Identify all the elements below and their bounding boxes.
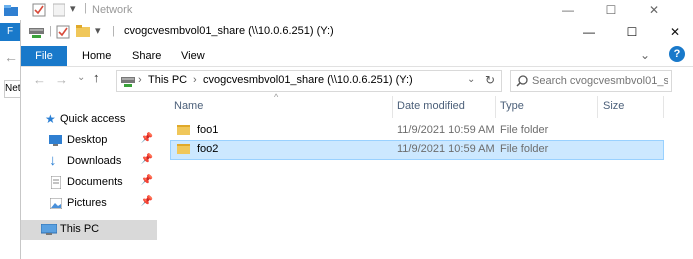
bg-back-icon[interactable]: ← (4, 49, 18, 65)
folder-icon (177, 125, 190, 135)
nav-this-pc[interactable]: This PC (21, 220, 157, 240)
properties-icon[interactable] (32, 3, 46, 17)
file-name: foo2 (197, 143, 219, 155)
pin-icon[interactable]: 📌 (141, 133, 153, 144)
star-icon: ★ (45, 112, 56, 126)
up-arrow-icon[interactable]: ↑ (93, 70, 100, 85)
breadcrumb-this-pc[interactable]: This PC (148, 74, 187, 86)
folder-icon (177, 144, 190, 154)
new-folder-icon[interactable] (53, 3, 65, 17)
breadcrumb-separator[interactable]: › (193, 74, 197, 86)
column-divider[interactable] (495, 96, 496, 118)
tab-view[interactable]: View (171, 46, 215, 66)
column-divider[interactable] (597, 96, 598, 118)
title-separator-2: | (112, 25, 115, 37)
breadcrumb-share[interactable]: cvogcvesmbvol01_share (\\10.0.6.251) (Y:… (203, 74, 413, 86)
expand-ribbon-icon[interactable]: ⌄ (640, 48, 650, 62)
tab-home[interactable]: Home (72, 46, 121, 66)
search-icon (516, 75, 528, 87)
nav-label: Quick access (60, 113, 126, 125)
file-type: File folder (500, 124, 549, 136)
qat-dropdown-icon[interactable]: ▾ (95, 24, 101, 37)
forward-arrow-icon[interactable]: → (55, 72, 68, 87)
tab-share[interactable]: Share (122, 46, 171, 66)
pin-icon[interactable]: 📌 (141, 154, 153, 165)
column-divider[interactable] (663, 96, 664, 118)
background-window-title: Network (92, 4, 133, 16)
column-header-date[interactable]: Date modified (397, 100, 465, 112)
nav-label: Desktop (67, 134, 108, 146)
explorer-window: | ▾ | cvogcvesmbvol01_share (\\10.0.6.25… (20, 20, 693, 259)
new-folder-icon[interactable] (76, 25, 90, 37)
file-name: foo1 (197, 124, 219, 136)
title-separator: | (49, 25, 52, 37)
qat-dropdown-icon[interactable]: ▾ (70, 2, 76, 15)
refresh-icon[interactable]: ↻ (485, 73, 495, 87)
bg-close-button[interactable]: ✕ (640, 1, 668, 19)
drive-icon (121, 77, 135, 87)
maximize-button[interactable]: ☐ (618, 23, 646, 41)
nav-label: Pictures (67, 197, 107, 209)
back-arrow-icon[interactable]: ← (33, 72, 46, 87)
explorer-icon (4, 5, 18, 16)
nav-quick-access[interactable]: ★ Quick access (21, 110, 157, 130)
help-button[interactable]: ? (669, 46, 685, 62)
window-title: cvogcvesmbvol01_share (\\10.0.6.251) (Y:… (124, 25, 334, 37)
pin-icon[interactable]: 📌 (141, 196, 153, 207)
desktop-icon (49, 135, 62, 146)
bg-file-tab[interactable]: F (0, 23, 20, 41)
file-date: 11/9/2021 10:59 AM (397, 143, 495, 155)
navigation-bar: ← → ⌄ ↑ › This PC › cvogcvesmbvol01_shar… (21, 68, 693, 94)
pin-icon[interactable]: 📌 (141, 175, 153, 186)
minimize-button[interactable]: — (575, 23, 603, 41)
column-headers: ^ Name Date modified Type Size (171, 92, 693, 118)
address-dropdown-icon[interactable]: ⌄ (467, 74, 475, 85)
background-titlebar: ▾ | Network — ☐ ✕ (0, 0, 693, 22)
bg-maximize-button[interactable]: ☐ (597, 1, 625, 19)
file-type: File folder (500, 143, 549, 155)
nav-item-documents[interactable]: Documents 📌 (21, 173, 157, 193)
ribbon-tabs: File Home Share View ⌄ ? (21, 46, 693, 67)
column-header-name[interactable]: Name (174, 100, 203, 112)
address-bar[interactable]: › This PC › cvogcvesmbvol01_share (\\10.… (116, 70, 502, 92)
search-input[interactable] (532, 73, 668, 88)
computer-icon (41, 224, 57, 235)
nav-label: Downloads (67, 155, 122, 167)
recent-locations-icon[interactable]: ⌄ (77, 72, 85, 83)
navigation-pane: ★ Quick access Desktop 📌 ↓ Downloads 📌 D… (21, 96, 157, 259)
nav-label: This PC (60, 223, 100, 235)
drive-icon (29, 28, 44, 38)
titlebar: | ▾ | cvogcvesmbvol01_share (\\10.0.6.25… (21, 20, 693, 44)
column-header-type[interactable]: Type (500, 100, 524, 112)
documents-icon (51, 176, 61, 189)
properties-icon[interactable] (56, 25, 70, 39)
file-row-selected[interactable]: foo2 11/9/2021 10:59 AM File folder (170, 140, 664, 160)
download-arrow-icon: ↓ (49, 152, 57, 169)
search-box[interactable] (510, 70, 672, 92)
file-row[interactable]: foo1 11/9/2021 10:59 AM File folder (171, 122, 663, 140)
file-date: 11/9/2021 10:59 AM (397, 124, 495, 136)
tab-file[interactable]: File (21, 46, 67, 66)
column-divider[interactable] (392, 96, 393, 118)
breadcrumb-separator[interactable]: › (138, 74, 142, 86)
nav-item-desktop[interactable]: Desktop 📌 (21, 131, 157, 151)
sort-ascending-icon: ^ (274, 92, 279, 102)
title-separator: | (84, 2, 87, 14)
breadcrumb-separator[interactable]: › (401, 74, 405, 86)
close-button[interactable]: ✕ (661, 23, 689, 41)
nav-item-downloads[interactable]: ↓ Downloads 📌 (21, 152, 157, 172)
nav-label: Documents (67, 176, 123, 188)
column-header-size[interactable]: Size (603, 100, 624, 112)
nav-item-pictures[interactable]: Pictures 📌 (21, 194, 157, 214)
pictures-icon (50, 198, 62, 209)
bg-minimize-button[interactable]: — (554, 1, 582, 19)
